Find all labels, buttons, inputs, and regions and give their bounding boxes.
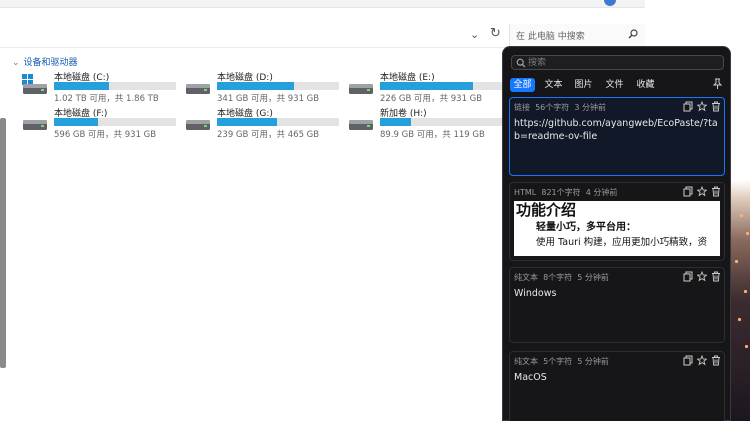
html-preview-subtitle: 轻量小巧，多平台用： bbox=[536, 222, 636, 233]
clipboard-item[interactable]: 纯文本 5个字符 5 分钟前 MacOS bbox=[509, 351, 725, 421]
trash-icon[interactable] bbox=[711, 271, 721, 282]
chevron-down-icon[interactable]: ⌄ bbox=[12, 58, 20, 68]
drive-icon bbox=[186, 84, 210, 94]
explorer-search-box[interactable]: 在 此电脑 中搜索 bbox=[509, 24, 645, 48]
drive-usage-bar bbox=[380, 118, 502, 126]
clipboard-item[interactable]: 链接 56个字符 3 分钟前 https://github.com/ayangw… bbox=[509, 97, 725, 176]
clipboard-search-box[interactable] bbox=[511, 55, 724, 70]
clip-item-time: 4 分钟前 bbox=[585, 188, 618, 197]
drive-icon bbox=[349, 120, 373, 130]
tab-files[interactable]: 文件 bbox=[602, 78, 627, 92]
drive-tile[interactable]: 本地磁盘 (G:) 239 GB 可用，共 465 GB bbox=[185, 106, 345, 140]
clipboard-manager-panel: 全部 文本 图片 文件 收藏 链接 56个字符 3 分钟前 https://gi… bbox=[502, 46, 731, 421]
clip-item-meta: 纯文本 8个字符 5 分钟前 bbox=[514, 272, 609, 283]
copy-icon[interactable] bbox=[683, 355, 693, 366]
drive-usage-fill bbox=[380, 82, 473, 90]
drive-space-info: 239 GB 可用，共 465 GB bbox=[217, 130, 320, 140]
clip-item-type: 纯文本 bbox=[514, 357, 538, 366]
explorer-search-input[interactable]: 在 此电脑 中搜索 bbox=[516, 29, 585, 42]
clip-item-time: 5 分钟前 bbox=[577, 273, 609, 282]
clip-item-text: https://github.com/ayangweb/EcoPaste/?ta… bbox=[514, 118, 718, 142]
tab-text[interactable]: 文本 bbox=[541, 78, 566, 92]
drive-space-info: 341 GB 可用，共 931 GB bbox=[217, 94, 320, 104]
refresh-icon[interactable]: ↻ bbox=[490, 26, 501, 41]
drive-icon bbox=[349, 84, 373, 94]
star-icon[interactable] bbox=[697, 186, 707, 197]
drive-icon bbox=[186, 120, 210, 130]
copy-icon[interactable] bbox=[683, 101, 693, 112]
clipboard-item[interactable]: 纯文本 8个字符 5 分钟前 Windows bbox=[509, 267, 725, 343]
address-bar-row: ⌄ ↻ 在 此电脑 中搜索 bbox=[0, 24, 645, 48]
clip-item-time: 3 分钟前 bbox=[574, 103, 607, 112]
tab-favorites[interactable]: 收藏 bbox=[633, 78, 658, 92]
drive-usage-bar bbox=[380, 82, 502, 90]
clip-item-chars: 56个字符 bbox=[535, 103, 570, 112]
drive-tile[interactable]: 本地磁盘 (D:) 341 GB 可用，共 931 GB bbox=[185, 70, 345, 104]
drive-usage-fill bbox=[54, 118, 98, 126]
city-light bbox=[744, 290, 747, 293]
clip-item-type: HTML bbox=[514, 188, 537, 197]
html-preview-paragraph: 使用 Tauri 构建，应用更加小巧精致，资 bbox=[536, 237, 708, 248]
drive-usage-fill bbox=[217, 82, 294, 90]
copy-icon[interactable] bbox=[683, 186, 693, 197]
navigation-scrollbar[interactable] bbox=[0, 118, 6, 368]
star-icon[interactable] bbox=[697, 101, 707, 112]
city-light bbox=[735, 260, 738, 263]
section-title-label: 设备和驱动器 bbox=[23, 58, 78, 68]
drive-usage-fill bbox=[217, 118, 277, 126]
copy-icon[interactable] bbox=[683, 271, 693, 282]
drive-usage-bar bbox=[217, 118, 339, 126]
drive-icon bbox=[23, 120, 47, 130]
drive-space-info: 1.02 TB 可用，共 1.86 TB bbox=[54, 94, 159, 104]
drive-tile[interactable]: 本地磁盘 (F:) 596 GB 可用，共 931 GB bbox=[22, 106, 182, 140]
search-icon[interactable] bbox=[628, 29, 638, 39]
html-preview-title: 功能介绍 bbox=[516, 201, 577, 219]
drive-usage-bar bbox=[217, 82, 339, 90]
notification-dot bbox=[604, 0, 616, 6]
clip-item-meta: 链接 56个字符 3 分钟前 bbox=[514, 102, 606, 113]
clip-item-time: 5 分钟前 bbox=[577, 357, 609, 366]
clip-item-text: MacOS bbox=[514, 372, 547, 383]
city-light bbox=[745, 345, 748, 348]
windows-drive-icon bbox=[22, 74, 47, 94]
clip-item-type: 纯文本 bbox=[514, 273, 538, 282]
drive-tile[interactable]: 本地磁盘 (C:) 1.02 TB 可用，共 1.86 TB bbox=[22, 70, 182, 104]
clip-item-text: Windows bbox=[514, 288, 557, 299]
clipboard-search-input[interactable] bbox=[528, 57, 718, 69]
drive-usage-bar bbox=[54, 82, 176, 90]
pin-icon[interactable] bbox=[712, 78, 723, 90]
clip-item-chars: 5个字符 bbox=[543, 357, 573, 366]
drive-tile[interactable]: 本地磁盘 (E:) 226 GB 可用，共 931 GB bbox=[348, 70, 508, 104]
drive-usage-bar bbox=[54, 118, 176, 126]
trash-icon[interactable] bbox=[711, 101, 721, 112]
drive-space-info: 89.9 GB 可用，共 119 GB bbox=[380, 130, 485, 140]
search-icon bbox=[516, 58, 526, 68]
drive-tile[interactable]: 新加卷 (H:) 89.9 GB 可用，共 119 GB bbox=[348, 106, 508, 140]
html-preview: 功能介绍 轻量小巧，多平台用： 使用 Tauri 构建，应用更加小巧精致，资 bbox=[514, 201, 720, 256]
clip-item-chars: 8个字符 bbox=[543, 273, 573, 282]
trash-icon[interactable] bbox=[711, 355, 721, 366]
drive-space-info: 226 GB 可用，共 931 GB bbox=[380, 94, 483, 104]
city-light bbox=[740, 214, 743, 217]
clipboard-item[interactable]: HTML 821个字符 4 分钟前 功能介绍 轻量小巧，多平台用： 使用 Tau… bbox=[509, 182, 725, 261]
title-bar bbox=[0, 0, 645, 8]
drive-usage-fill bbox=[54, 82, 109, 90]
city-light bbox=[746, 232, 749, 235]
drive-usage-fill bbox=[380, 118, 411, 126]
star-icon[interactable] bbox=[697, 271, 707, 282]
clip-item-chars: 821个字符 bbox=[541, 188, 581, 197]
clip-item-meta: HTML 821个字符 4 分钟前 bbox=[514, 187, 617, 198]
history-dropdown-icon[interactable]: ⌄ bbox=[470, 28, 479, 41]
tab-all[interactable]: 全部 bbox=[510, 78, 535, 92]
section-devices-and-drives[interactable]: ⌄ 设备和驱动器 bbox=[12, 55, 78, 68]
clip-item-type: 链接 bbox=[514, 103, 530, 112]
city-light bbox=[738, 318, 741, 321]
clip-item-meta: 纯文本 5个字符 5 分钟前 bbox=[514, 356, 609, 367]
star-icon[interactable] bbox=[697, 355, 707, 366]
tab-images[interactable]: 图片 bbox=[571, 78, 596, 92]
trash-icon[interactable] bbox=[711, 186, 721, 197]
drive-space-info: 596 GB 可用，共 931 GB bbox=[54, 130, 157, 140]
